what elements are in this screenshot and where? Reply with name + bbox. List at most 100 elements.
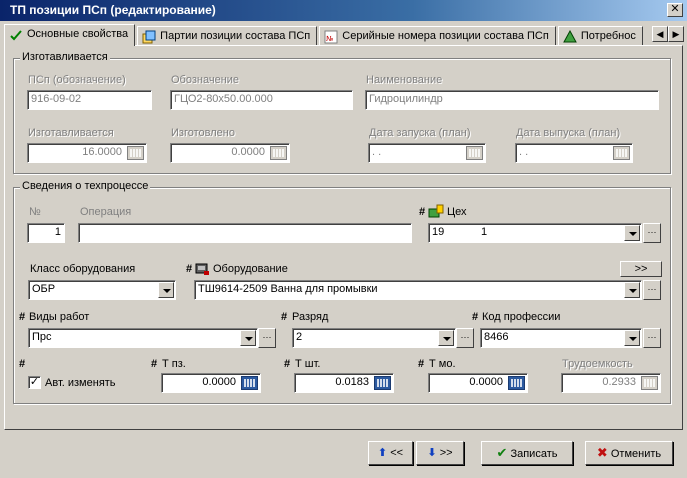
labor-label: Трудоемкость bbox=[562, 358, 633, 370]
work-type-combo[interactable]: Прс bbox=[28, 328, 258, 348]
ellipsis-icon: ··· bbox=[262, 332, 272, 342]
shop-code: 19 bbox=[432, 226, 445, 238]
calendar-icon[interactable] bbox=[613, 146, 630, 160]
tmo-label: Т мо. bbox=[429, 358, 456, 370]
hash-marker: # bbox=[186, 263, 193, 275]
chevron-down-icon[interactable] bbox=[624, 330, 640, 346]
designation-label: Обозначение bbox=[171, 74, 240, 86]
calculator-icon[interactable] bbox=[127, 146, 144, 160]
tab-requirements[interactable]: Потребнос bbox=[557, 26, 643, 46]
labor-value: 0.2933 bbox=[602, 376, 636, 388]
cancel-label: Отменить bbox=[610, 448, 662, 460]
shop-browse-button[interactable]: ··· bbox=[643, 223, 661, 243]
tab-main-properties[interactable]: Основные свойства bbox=[4, 24, 136, 46]
calculator-icon[interactable] bbox=[508, 376, 525, 390]
psp-field[interactable]: 916-09-02 bbox=[27, 90, 152, 110]
equipment-value: ТШ9614-2509 Ванна для промывки bbox=[198, 283, 378, 295]
calculator-icon[interactable] bbox=[374, 376, 391, 390]
ellipsis-icon: ··· bbox=[647, 227, 657, 237]
shop-combo[interactable]: 19 1 bbox=[428, 223, 642, 243]
check-tab-icon bbox=[10, 30, 22, 41]
equipment-combo[interactable]: ТШ9614-2509 Ванна для промывки bbox=[194, 280, 642, 300]
psp-label: ПСп (обозначение) bbox=[28, 74, 126, 86]
title-bar: ТП позиции ПСп (редактирование) ✕ bbox=[0, 0, 687, 21]
tab-serial-numbers[interactable]: № Серийные номера позиции состава ПСп bbox=[319, 26, 556, 46]
calculator-icon[interactable] bbox=[641, 376, 658, 390]
made-field[interactable]: 0.0000 bbox=[170, 143, 290, 163]
grade-label: Разряд bbox=[292, 311, 329, 323]
auto-change-label: Авт. изменять bbox=[45, 377, 116, 389]
tab-strip: Основные свойства Партии позиции состава… bbox=[4, 24, 654, 46]
prev-label: << bbox=[390, 447, 404, 459]
close-button[interactable]: ✕ bbox=[667, 3, 683, 17]
made-group-title: Изготавливается bbox=[20, 51, 110, 63]
tmo-value: 0.0000 bbox=[469, 376, 503, 388]
release-date-label: Дата выпуска (план) bbox=[516, 127, 621, 139]
ellipsis-icon: ··· bbox=[647, 284, 657, 294]
operation-field[interactable] bbox=[78, 223, 412, 243]
chevron-down-icon[interactable] bbox=[624, 225, 640, 241]
hash-marker: # bbox=[151, 358, 158, 370]
hash-marker: # bbox=[472, 311, 479, 323]
tech-group-title: Сведения о техпроцессе bbox=[20, 180, 151, 192]
serial-numbers-icon: № bbox=[324, 30, 338, 44]
calculator-icon[interactable] bbox=[270, 146, 287, 160]
hash-marker: # bbox=[284, 358, 291, 370]
next-record-button[interactable]: ⬇ >> bbox=[416, 441, 464, 465]
auto-change-checkbox[interactable]: ✓ bbox=[28, 376, 41, 389]
tpz-value: 0.0000 bbox=[202, 376, 236, 388]
tab-scroll-right[interactable]: ▶ bbox=[668, 26, 684, 42]
check-icon: ✔ bbox=[496, 445, 508, 460]
labor-field[interactable]: 0.2933 bbox=[561, 373, 661, 393]
tmo-field[interactable]: 0.0000 bbox=[428, 373, 528, 393]
chevron-down-icon[interactable] bbox=[240, 330, 256, 346]
next-label: >> bbox=[439, 447, 453, 459]
prev-record-button[interactable]: ⬆ << bbox=[368, 441, 413, 465]
work-type-value: Прс bbox=[32, 331, 52, 343]
grade-combo[interactable]: 2 bbox=[292, 328, 456, 348]
requirements-icon bbox=[563, 30, 577, 43]
tab-scroll-left[interactable]: ◀ bbox=[652, 26, 668, 42]
arrow-left-icon: ◀ bbox=[656, 29, 664, 39]
chevron-down-icon[interactable] bbox=[624, 282, 640, 298]
hash-marker: # bbox=[19, 311, 26, 323]
equip-class-value: ОБР bbox=[32, 283, 56, 295]
tpz-field[interactable]: 0.0000 bbox=[161, 373, 261, 393]
qty-field[interactable]: 16.0000 bbox=[27, 143, 147, 163]
tab-label: Основные свойства bbox=[27, 28, 129, 40]
calculator-icon[interactable] bbox=[241, 376, 258, 390]
tpz-label: Т пз. bbox=[162, 358, 186, 370]
grade-browse-button[interactable]: ··· bbox=[456, 328, 474, 348]
chevron-down-icon[interactable] bbox=[158, 282, 174, 298]
equipment-label: Оборудование bbox=[213, 263, 288, 275]
start-date-field[interactable]: . . bbox=[368, 143, 486, 163]
chevron-down-icon[interactable] bbox=[438, 330, 454, 346]
profession-label: Код профессии bbox=[482, 311, 561, 323]
equip-class-combo[interactable]: ОБР bbox=[28, 280, 176, 300]
cancel-button[interactable]: ✖ Отменить bbox=[585, 441, 673, 465]
tab-batches[interactable]: Партии позиции состава ПСп bbox=[137, 26, 318, 46]
work-type-browse-button[interactable]: ··· bbox=[258, 328, 276, 348]
save-button[interactable]: ✔ Записать bbox=[481, 441, 573, 465]
hash-marker: # bbox=[419, 206, 426, 218]
name-label: Наименование bbox=[366, 74, 443, 86]
arrow-right-icon: ▶ bbox=[672, 29, 680, 39]
tab-label: Потребнос bbox=[580, 30, 636, 42]
designation-field[interactable]: ГЦО2-80x50.00.000 bbox=[170, 90, 353, 110]
profession-combo[interactable]: 8466 bbox=[480, 328, 642, 348]
check-icon: ✓ bbox=[29, 376, 40, 388]
arrow-up-icon: ⬆ bbox=[377, 447, 388, 459]
close-icon: ✕ bbox=[670, 3, 680, 15]
name-field[interactable]: Гидроцилиндр bbox=[365, 90, 659, 110]
release-date-field[interactable]: . . bbox=[515, 143, 633, 163]
equipment-browse-button[interactable]: ··· bbox=[643, 280, 661, 300]
svg-text:№: № bbox=[326, 35, 333, 43]
profession-browse-button[interactable]: ··· bbox=[643, 328, 661, 348]
grade-value: 2 bbox=[296, 331, 303, 343]
qty-value: 16.0000 bbox=[82, 146, 122, 158]
equipment-more-button[interactable]: >> bbox=[620, 261, 662, 277]
tsht-field[interactable]: 0.0183 bbox=[294, 373, 394, 393]
calendar-icon[interactable] bbox=[466, 146, 483, 160]
op-number-field[interactable]: 1 bbox=[27, 223, 65, 243]
equipment-icon bbox=[195, 263, 209, 275]
